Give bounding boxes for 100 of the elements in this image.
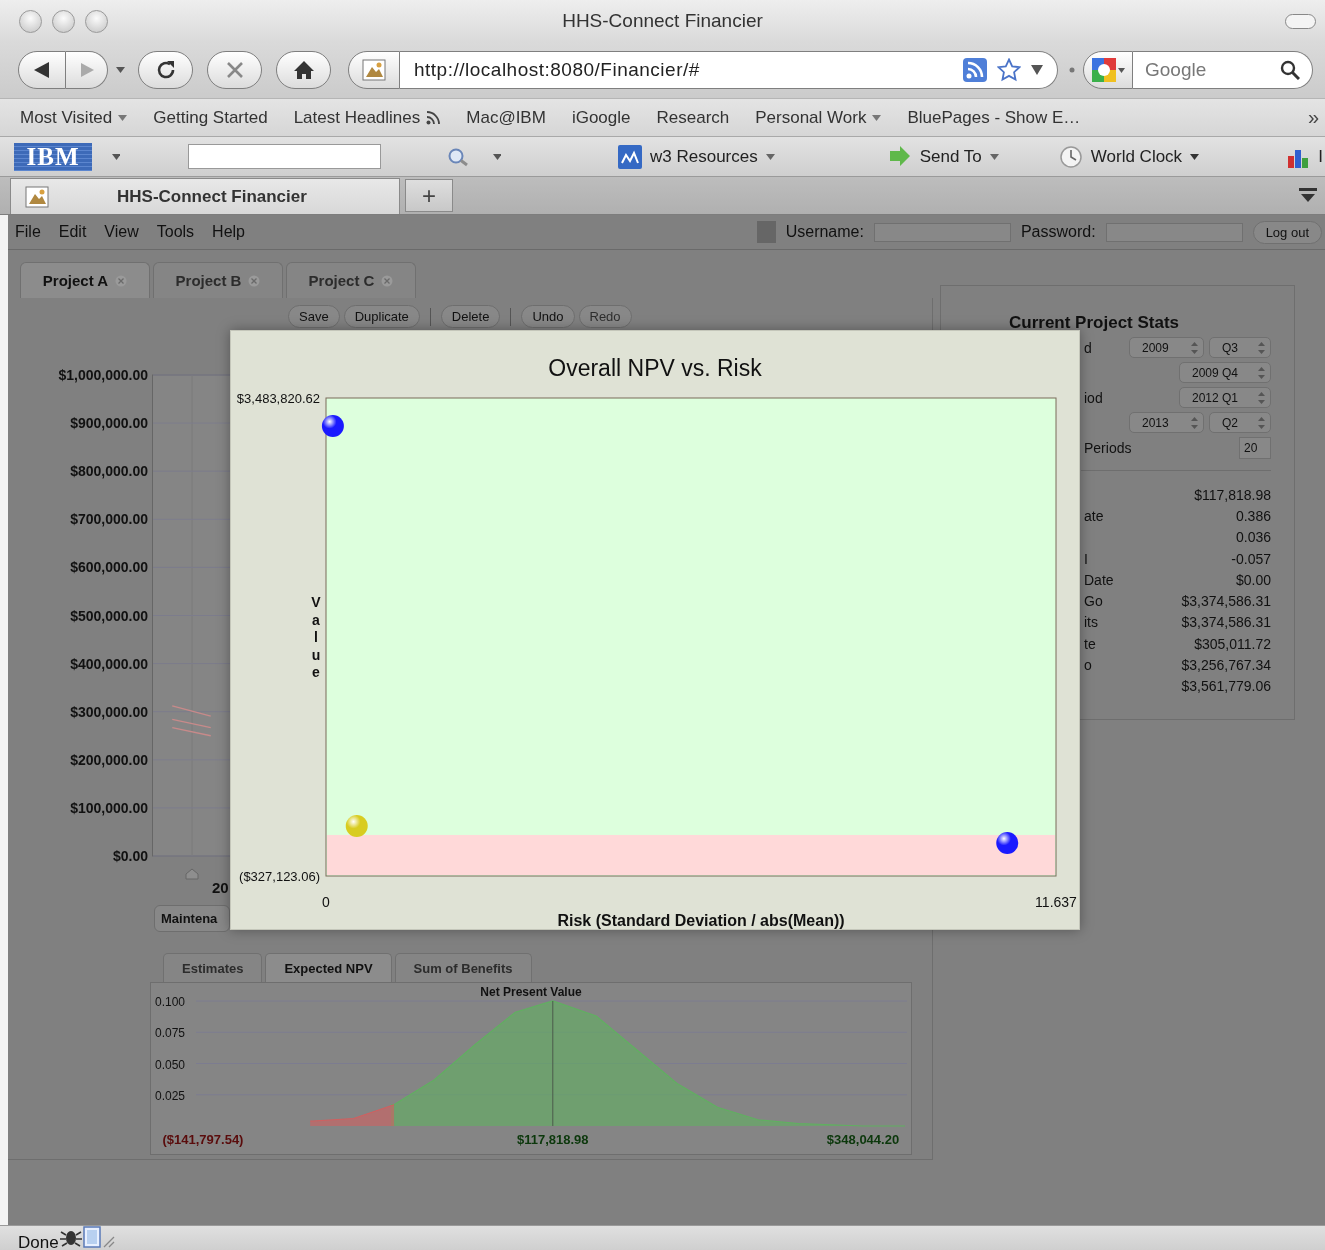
star-icon[interactable] <box>997 58 1021 82</box>
quarter-select[interactable]: Q2 <box>1209 412 1271 433</box>
caret-icon[interactable] <box>112 153 120 160</box>
axis-tick-label: 0 <box>322 894 330 910</box>
toolbar-button[interactable]: Undo <box>521 305 575 328</box>
menu-item[interactable]: File <box>15 223 41 241</box>
bookmark[interactable]: Personal Work <box>755 107 882 128</box>
number-field[interactable]: 20 <box>1239 436 1271 459</box>
bookmark[interactable]: Getting Started <box>153 107 268 128</box>
search-engine-button[interactable] <box>1083 51 1133 89</box>
status-text: Done <box>18 1233 59 1250</box>
bookmark[interactable]: iGoogle <box>571 107 631 128</box>
browser-tab[interactable]: HHS-Connect Financier <box>10 178 400 214</box>
toolbar-menu-button[interactable]: Send To <box>887 144 999 169</box>
toolbar-toggle-button[interactable] <box>1285 14 1316 29</box>
toolbar-menu-button[interactable]: w3 Resources <box>618 144 775 169</box>
year-select[interactable]: 2009 <box>1129 337 1204 358</box>
menu-item[interactable]: Edit <box>58 223 87 241</box>
field-label: Password: <box>1020 223 1096 241</box>
bookmark[interactable]: BluePages - Show E… <box>907 107 1081 128</box>
close-icon[interactable] <box>381 274 394 287</box>
dot-icon <box>1069 67 1075 73</box>
stat-label: Date <box>1084 571 1114 588</box>
search-field[interactable] <box>188 144 381 169</box>
url-field[interactable]: http://localhost:8080/Financier/# <box>400 51 1058 89</box>
project-tab[interactable]: Project A <box>20 262 150 298</box>
status-indicator <box>756 221 776 243</box>
caret-icon <box>989 153 999 160</box>
site-identity-button[interactable] <box>348 51 400 89</box>
chart-tab[interactable]: Expected NPV <box>265 953 392 982</box>
stat-label: I <box>1084 550 1088 567</box>
year-select[interactable]: 2013 <box>1129 412 1204 433</box>
stat-value: 0.386 <box>1235 507 1271 524</box>
bookmark[interactable]: Latest Headlines <box>293 107 441 128</box>
toolbar-button[interactable]: Duplicate <box>343 305 420 328</box>
period-select[interactable]: 2012 Q1 <box>1179 387 1271 408</box>
toolbar-button[interactable]: Delete <box>440 305 501 328</box>
spinner-icon <box>1191 416 1198 429</box>
axis-tick-label: $3,483,820.62 <box>236 391 320 406</box>
site-icon <box>25 185 49 208</box>
caret-icon <box>1190 153 1200 160</box>
feed-icon[interactable] <box>963 58 987 82</box>
chart-tab[interactable]: Estimates <box>163 953 263 982</box>
arrow-icon <box>887 144 912 169</box>
bookmark[interactable]: Most Visited <box>20 107 128 128</box>
axis-tick-label: 0.100 <box>155 995 186 1009</box>
axis-tick-label: $1,000,000.00 <box>58 367 148 383</box>
tab-list-icon[interactable] <box>1297 186 1319 204</box>
search-icon <box>1280 60 1300 80</box>
caret-icon[interactable] <box>116 67 125 73</box>
project-tab[interactable]: Project B <box>153 262 283 298</box>
period-select[interactable]: 2009 Q4 <box>1179 362 1271 383</box>
search-icon[interactable] <box>447 146 469 167</box>
stat-label: o <box>1084 657 1092 673</box>
search-field[interactable]: Google <box>1133 51 1313 89</box>
back-icon <box>32 60 52 80</box>
caret-icon[interactable] <box>493 153 501 160</box>
close-icon[interactable] <box>248 274 261 287</box>
menu-item[interactable]: Tools <box>156 223 195 241</box>
password-field[interactable] <box>1105 222 1243 242</box>
back-button[interactable] <box>18 51 66 89</box>
username-field[interactable] <box>873 222 1011 242</box>
toolbar-menu-button[interactable]: World Clock <box>1058 144 1200 169</box>
stat-value: $305,011.72 <box>1194 635 1271 652</box>
data-point <box>321 415 344 438</box>
project-tab[interactable]: Project C <box>286 262 416 298</box>
axis-tick-label: 20 <box>212 879 229 896</box>
window-control-button[interactable] <box>85 10 108 33</box>
maintenance-button[interactable]: Maintena <box>154 905 230 932</box>
axis-tick-label: $200,000.00 <box>70 751 148 768</box>
axis-tick-label: $100,000.00 <box>70 799 148 816</box>
spinner-icon <box>1258 416 1265 429</box>
clock-icon <box>1058 144 1083 169</box>
reload-button[interactable] <box>138 51 193 89</box>
window-control-button[interactable] <box>52 10 75 33</box>
caret-icon[interactable] <box>1031 65 1043 75</box>
chart-title: Net Present Value <box>480 985 582 999</box>
logout-button[interactable]: Log out <box>1252 220 1322 244</box>
chart-tab[interactable]: Sum of Benefits <box>394 953 532 982</box>
menu-item[interactable]: Help <box>212 223 245 241</box>
axis-tick-label: $300,000.00 <box>70 703 148 720</box>
axis-tick-label: ($141,797.54) <box>162 1132 244 1147</box>
home-button[interactable] <box>276 51 331 89</box>
axis-tick-label: $800,000.00 <box>70 463 148 480</box>
stat-value: $3,374,586.31 <box>1181 593 1271 610</box>
quarter-select[interactable]: Q3 <box>1209 337 1271 358</box>
stop-button[interactable] <box>207 51 262 89</box>
forward-button[interactable] <box>66 51 108 89</box>
bookmark[interactable]: Mac@IBM <box>466 107 546 128</box>
window-control-button[interactable] <box>19 10 42 33</box>
bookmark[interactable]: Research <box>656 107 730 128</box>
marker-icon <box>186 869 198 879</box>
toolbar-button[interactable]: Save <box>288 305 340 328</box>
close-icon[interactable] <box>115 274 128 287</box>
menu-item[interactable]: View <box>104 223 139 241</box>
more-bookmarks-button[interactable]: » <box>1307 106 1319 129</box>
data-line <box>171 718 212 729</box>
new-tab-button[interactable]: + <box>405 179 453 212</box>
chart-title: Overall NPV vs. Risk <box>548 355 762 381</box>
axis-tick-label: $700,000.00 <box>70 511 148 528</box>
